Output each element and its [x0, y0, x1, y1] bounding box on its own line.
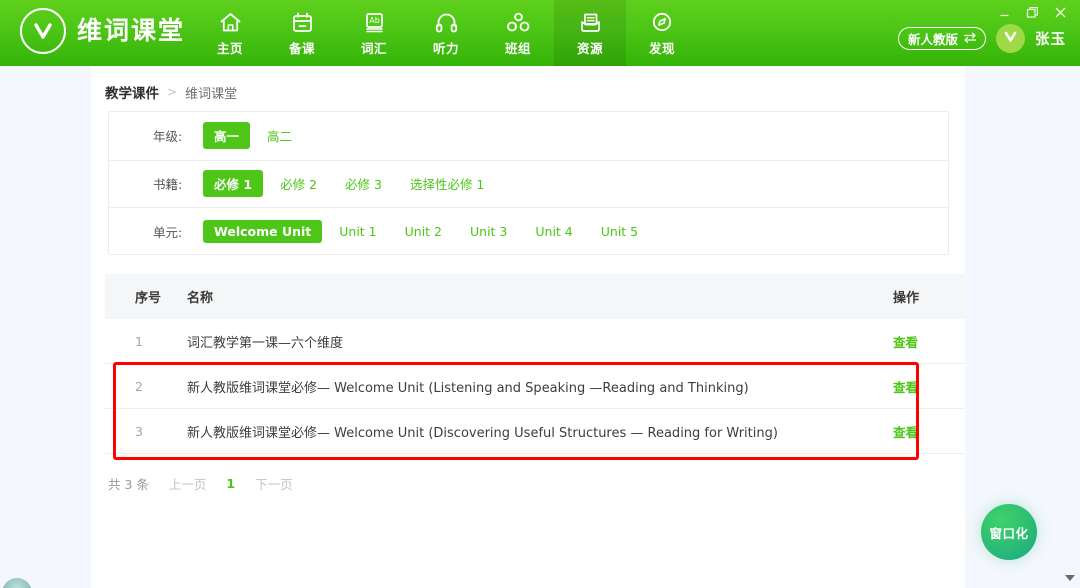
main-navigation: 主页 备课 Ab [194, 0, 698, 66]
breadcrumb: 教学课件 > 维词课堂 [105, 82, 237, 102]
close-icon[interactable] [1046, 0, 1074, 24]
row-action: 查看 [845, 422, 965, 441]
home-icon [218, 10, 243, 35]
window-controls [990, 0, 1074, 24]
book-ab-icon: Ab [363, 10, 386, 35]
group-icon [506, 10, 531, 35]
resource-icon [578, 10, 603, 35]
nav-label-resources: 资源 [577, 38, 603, 57]
filter-chip-unit-4[interactable]: Unit 4 [524, 220, 583, 243]
view-button[interactable]: 查看 [893, 335, 918, 350]
table-column-action: 操作 [845, 287, 965, 306]
pagination-total: 共 3 条 [108, 474, 149, 493]
pagination-page-1[interactable]: 1 [226, 476, 235, 491]
filter-chip-unit-welcome[interactable]: Welcome Unit [203, 220, 322, 243]
row-name: 词汇教学第一课—六个维度 [177, 332, 845, 351]
filter-chip-unit-5[interactable]: Unit 5 [590, 220, 649, 243]
courseware-table: 序号 名称 操作 1 词汇教学第一课—六个维度 查看 2 新人教版维词课堂必修—… [105, 274, 965, 454]
table-column-name: 名称 [177, 287, 845, 306]
v-logo-icon [20, 8, 66, 54]
application-window: 维词课堂 主页 [0, 0, 1080, 588]
row-index: 2 [105, 379, 177, 394]
row-action: 查看 [845, 377, 965, 396]
v-avatar-icon [1002, 28, 1019, 50]
header-user-area: 新人教版 张玉 [898, 24, 1066, 53]
compass-icon [650, 10, 674, 35]
filter-chip-unit-3[interactable]: Unit 3 [459, 220, 518, 243]
headphones-icon [434, 10, 459, 35]
pagination-prev-button[interactable]: 上一页 [169, 474, 207, 493]
row-name: 新人教版维词课堂必修— Welcome Unit (Listening and … [177, 377, 845, 396]
table-row[interactable]: 1 词汇教学第一课—六个维度 查看 [105, 319, 965, 364]
table-column-index: 序号 [105, 287, 177, 306]
filter-label-grade: 年级: [153, 126, 203, 145]
filter-chip-unit-1[interactable]: Unit 1 [328, 220, 387, 243]
nav-item-listening[interactable]: 听力 [410, 0, 482, 66]
view-button[interactable]: 查看 [893, 425, 918, 440]
filter-chip-grade-1[interactable]: 高一 [203, 122, 250, 149]
nav-item-vocabulary[interactable]: Ab 词汇 [338, 0, 410, 66]
filter-label-unit: 单元: [153, 222, 203, 241]
filter-row-unit: 单元: Welcome Unit Unit 1 Unit 2 Unit 3 Un… [109, 207, 948, 255]
calendar-icon [291, 10, 314, 35]
left-background-panel [0, 66, 91, 588]
tray-caret-icon [1065, 575, 1075, 581]
nav-label-listening: 听力 [433, 38, 459, 57]
filter-chip-unit-2[interactable]: Unit 2 [394, 220, 453, 243]
row-action: 查看 [845, 332, 965, 351]
filter-chip-book-4[interactable]: 选择性必修 1 [399, 170, 495, 197]
nav-item-home[interactable]: 主页 [194, 0, 266, 66]
filter-chip-book-3[interactable]: 必修 3 [334, 170, 393, 197]
filter-chips-book: 必修 1 必修 2 必修 3 选择性必修 1 [203, 170, 501, 197]
avatar[interactable] [996, 24, 1025, 53]
restore-icon[interactable] [1018, 0, 1046, 24]
filter-label-book: 书籍: [153, 174, 203, 193]
minimize-icon[interactable] [990, 0, 1018, 24]
brand-name: 维词课堂 [77, 8, 185, 54]
filter-chip-book-1[interactable]: 必修 1 [203, 170, 263, 197]
breadcrumb-item-teaching-courseware[interactable]: 教学课件 [105, 82, 159, 102]
row-index: 3 [105, 424, 177, 439]
nav-item-lesson-prep[interactable]: 备课 [266, 0, 338, 66]
view-button[interactable]: 查看 [893, 380, 918, 395]
filter-chips-grade: 高一 高二 [203, 122, 309, 149]
breadcrumb-separator-icon: > [167, 85, 177, 99]
filter-chips-unit: Welcome Unit Unit 1 Unit 2 Unit 3 Unit 4… [203, 220, 655, 243]
nav-label-discover: 发现 [649, 38, 675, 57]
svg-text:Ab: Ab [369, 16, 380, 25]
nav-label-home: 主页 [217, 38, 243, 57]
row-name: 新人教版维词课堂必修— Welcome Unit (Discovering Us… [177, 422, 845, 441]
pagination-next-button[interactable]: 下一页 [255, 474, 293, 493]
filter-chip-grade-2[interactable]: 高二 [256, 122, 303, 149]
nav-label-class-group: 班组 [505, 38, 531, 57]
filter-row-book: 书籍: 必修 1 必修 2 必修 3 选择性必修 1 [109, 160, 948, 208]
breadcrumb-item-weici-classroom[interactable]: 维词课堂 [185, 83, 237, 102]
app-header: 维词课堂 主页 [0, 0, 1080, 66]
brand-logo[interactable]: 维词课堂 [20, 8, 185, 54]
filter-row-grade: 年级: 高一 高二 [109, 112, 948, 160]
nav-label-lesson-prep: 备课 [289, 38, 315, 57]
nav-item-class-group[interactable]: 班组 [482, 0, 554, 66]
nav-label-vocabulary: 词汇 [361, 38, 387, 57]
filter-chip-book-2[interactable]: 必修 2 [269, 170, 328, 197]
user-name[interactable]: 张玉 [1035, 28, 1066, 49]
row-index: 1 [105, 334, 177, 349]
filter-panel: 年级: 高一 高二 书籍: 必修 1 必修 2 必修 3 选择性必修 1 单元:… [108, 111, 949, 255]
table-header-row: 序号 名称 操作 [105, 274, 965, 319]
table-row[interactable]: 2 新人教版维词课堂必修— Welcome Unit (Listening an… [105, 364, 965, 409]
windowed-mode-label: 窗口化 [989, 523, 1028, 542]
nav-item-discover[interactable]: 发现 [626, 0, 698, 66]
textbook-version-label: 新人教版 [908, 29, 958, 48]
textbook-version-switcher[interactable]: 新人教版 [898, 27, 986, 50]
table-row[interactable]: 3 新人教版维词课堂必修— Welcome Unit (Discovering … [105, 409, 965, 454]
pagination: 共 3 条 上一页 1 下一页 [108, 474, 293, 493]
windowed-mode-button[interactable]: 窗口化 [981, 504, 1037, 560]
nav-item-resources[interactable]: 资源 [554, 0, 626, 66]
swap-icon [963, 31, 977, 46]
